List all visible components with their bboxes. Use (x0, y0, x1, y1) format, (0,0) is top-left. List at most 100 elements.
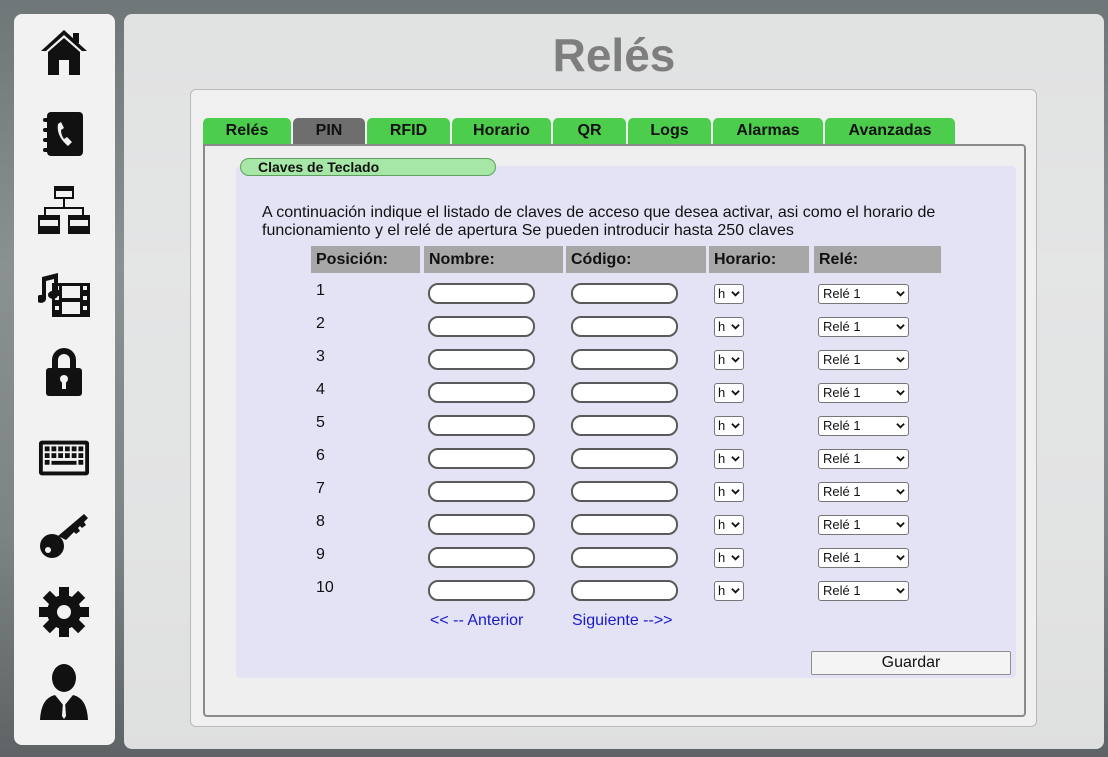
section-description: A continuación indique el listado de cla… (262, 204, 936, 239)
user-icon[interactable] (38, 664, 90, 720)
rele-select[interactable]: Relé 1 (818, 581, 909, 601)
rele-select[interactable]: Relé 1 (818, 317, 909, 337)
nombre-input[interactable] (428, 448, 535, 469)
codigo-input[interactable] (571, 316, 678, 337)
sidebar (14, 14, 115, 745)
tab-pin[interactable]: PIN (293, 118, 365, 144)
row-position: 5 (316, 414, 325, 431)
codigo-input[interactable] (571, 283, 678, 304)
horario-select[interactable]: h (714, 482, 744, 502)
keyboard-icon[interactable] (38, 432, 90, 484)
horario-value: h (718, 352, 726, 367)
rele-select[interactable]: Relé 1 (818, 383, 909, 403)
horario-select[interactable]: h (714, 383, 744, 403)
tab-avanzadas[interactable]: Avanzadas (825, 118, 955, 144)
codigo-input[interactable] (571, 481, 678, 502)
chevron-down-icon (896, 456, 905, 462)
rele-value: Relé 1 (823, 286, 861, 301)
page-title: Relés (552, 29, 676, 81)
rele-value: Relé 1 (823, 517, 861, 532)
phonebook-icon[interactable] (38, 108, 90, 160)
rele-select[interactable]: Relé 1 (818, 449, 909, 469)
multimedia-icon[interactable] (38, 268, 90, 320)
codigo-input[interactable] (571, 349, 678, 370)
tab-content: Claves de Teclado A continuación indique… (203, 144, 1026, 717)
horario-select[interactable]: h (714, 449, 744, 469)
chevron-down-icon (896, 489, 905, 495)
horario-value: h (718, 550, 726, 565)
header-horario: Horario: (709, 246, 809, 273)
rele-select[interactable]: Relé 1 (818, 515, 909, 535)
settings-panel: Relés PIN RFID Horario QR Logs Alarmas A… (190, 89, 1037, 727)
network-icon[interactable] (38, 184, 90, 236)
codigo-input[interactable] (571, 415, 678, 436)
horario-select[interactable]: h (714, 581, 744, 601)
horario-select[interactable]: h (714, 416, 744, 436)
chevron-down-icon (731, 522, 740, 528)
nombre-input[interactable] (428, 349, 535, 370)
codigo-input[interactable] (571, 547, 678, 568)
chevron-down-icon (896, 357, 905, 363)
rele-select[interactable]: Relé 1 (818, 350, 909, 370)
codigo-input[interactable] (571, 514, 678, 535)
chevron-down-icon (731, 390, 740, 396)
key-icon[interactable] (38, 508, 90, 560)
chevron-down-icon (896, 588, 905, 594)
rele-value: Relé 1 (823, 352, 861, 367)
gear-icon[interactable] (38, 586, 90, 638)
chevron-down-icon (896, 423, 905, 429)
lock-icon[interactable] (38, 346, 90, 398)
codigo-input[interactable] (571, 382, 678, 403)
row-position: 3 (316, 348, 325, 365)
tab-qr[interactable]: QR (553, 118, 626, 144)
row-position: 4 (316, 381, 325, 398)
previous-link[interactable]: << -- Anterior (430, 612, 523, 630)
horario-value: h (718, 319, 726, 334)
tab-rfid[interactable]: RFID (367, 118, 450, 144)
chevron-down-icon (731, 555, 740, 561)
nombre-input[interactable] (428, 415, 535, 436)
tab-logs[interactable]: Logs (628, 118, 711, 144)
horario-value: h (718, 583, 726, 598)
rele-select[interactable]: Relé 1 (818, 548, 909, 568)
chevron-down-icon (731, 588, 740, 594)
horario-select[interactable]: h (714, 350, 744, 370)
chevron-down-icon (896, 555, 905, 561)
horario-select[interactable]: h (714, 515, 744, 535)
rele-value: Relé 1 (823, 550, 861, 565)
tab-reles[interactable]: Relés (203, 118, 291, 144)
nombre-input[interactable] (428, 283, 535, 304)
tab-alarmas[interactable]: Alarmas (713, 118, 823, 144)
rele-select[interactable]: Relé 1 (818, 284, 909, 304)
main-area: Relés Relés PIN RFID Horario QR Logs Ala… (124, 14, 1104, 749)
nombre-input[interactable] (428, 514, 535, 535)
chevron-down-icon (731, 357, 740, 363)
tab-horario[interactable]: Horario (452, 118, 551, 144)
rele-select[interactable]: Relé 1 (818, 482, 909, 502)
next-link[interactable]: Siguiente -->> (572, 612, 673, 630)
codigo-input[interactable] (571, 448, 678, 469)
chevron-down-icon (896, 291, 905, 297)
save-button[interactable]: Guardar (811, 651, 1011, 675)
row-position: 8 (316, 513, 325, 530)
rele-value: Relé 1 (823, 583, 861, 598)
horario-value: h (718, 286, 726, 301)
codigo-input[interactable] (571, 580, 678, 601)
header-rele: Relé: (814, 246, 941, 273)
nombre-input[interactable] (428, 547, 535, 568)
nombre-input[interactable] (428, 382, 535, 403)
chevron-down-icon (731, 489, 740, 495)
chevron-down-icon (896, 324, 905, 330)
row-position: 10 (316, 579, 334, 596)
horario-select[interactable]: h (714, 284, 744, 304)
horario-select[interactable]: h (714, 548, 744, 568)
nombre-input[interactable] (428, 481, 535, 502)
rele-select[interactable]: Relé 1 (818, 416, 909, 436)
nombre-input[interactable] (428, 316, 535, 337)
nombre-input[interactable] (428, 580, 535, 601)
row-position: 2 (316, 315, 325, 332)
home-icon[interactable] (38, 26, 90, 78)
horario-value: h (718, 484, 726, 499)
horario-select[interactable]: h (714, 317, 744, 337)
row-position: 1 (316, 282, 325, 299)
